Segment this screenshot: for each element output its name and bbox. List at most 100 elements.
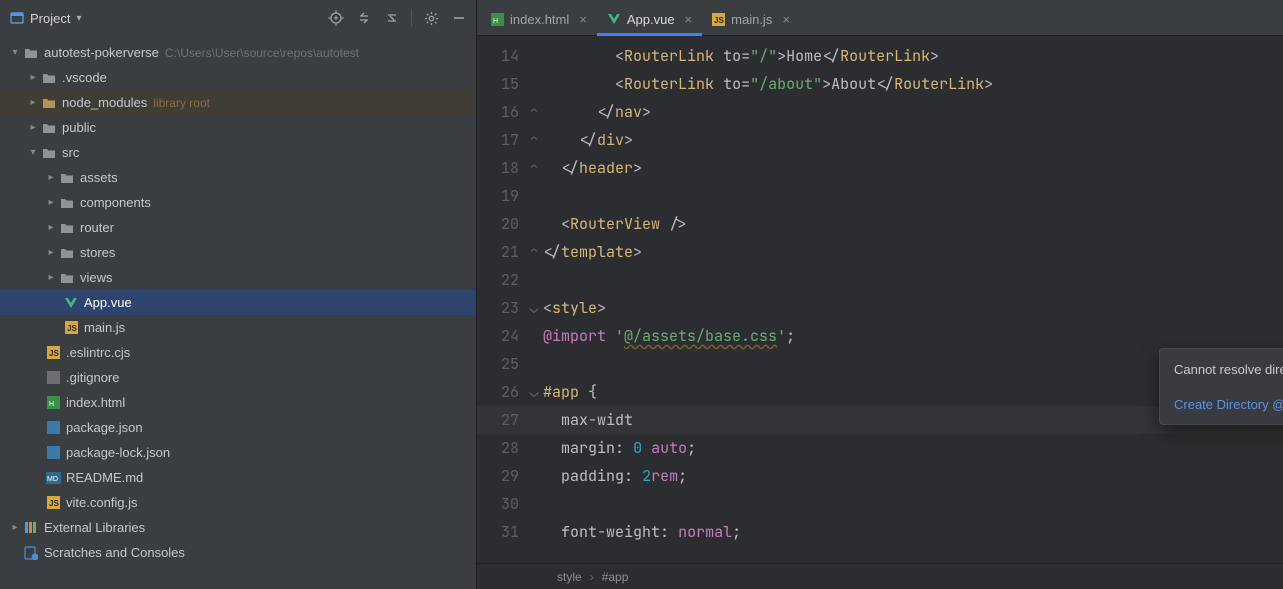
tree-folder[interactable]: ▸views [0, 265, 476, 290]
tree-folder[interactable]: ▸assets [0, 165, 476, 190]
tree-label: External Libraries [44, 520, 145, 535]
create-directory-link[interactable]: Create Directory @ [1174, 397, 1283, 412]
vue-file-icon [607, 12, 621, 26]
gitignore-file-icon [44, 371, 62, 384]
close-icon[interactable]: × [685, 12, 693, 27]
breadcrumb-item[interactable]: #app [602, 570, 629, 584]
svg-text:MD: MD [47, 476, 58, 483]
js-file-icon: JS [62, 321, 80, 334]
tree-folder[interactable]: ▸.vscode [0, 65, 476, 90]
tree-folder[interactable]: ▸public [0, 115, 476, 140]
project-tree: ▾ autotest-pokerverse C:\Users\User\sour… [0, 36, 476, 589]
tree-hint: library root [153, 96, 210, 110]
folder-icon [40, 147, 58, 159]
library-folder-icon [40, 97, 58, 109]
folder-icon [58, 172, 76, 184]
chevron-down-icon: ▾ [76, 13, 81, 24]
scratches-icon [22, 546, 40, 560]
tree-label: assets [80, 170, 118, 185]
fold-gutter[interactable]: ⌃⌃⌃⌃⌄⌄ [525, 36, 543, 563]
tree-label: .eslintrc.cjs [66, 345, 130, 360]
popup-title: Cannot resolve directory '@' [1174, 362, 1283, 377]
tree-file[interactable]: Hindex.html [0, 390, 476, 415]
tree-label: main.js [84, 320, 125, 335]
collapse-all-icon[interactable] [381, 7, 403, 29]
tree-file[interactable]: package-lock.json [0, 440, 476, 465]
tree-label: .gitignore [66, 370, 119, 385]
close-icon[interactable]: × [579, 12, 587, 27]
tree-file[interactable]: JS vite.config.js [0, 490, 476, 515]
tab-label: index.html [510, 12, 569, 27]
tab-label: App.vue [627, 12, 675, 27]
code-lines[interactable]: <RouterLink to="/">Home</RouterLink> <Ro… [543, 36, 1283, 563]
scratches[interactable]: Scratches and Consoles [0, 540, 476, 565]
svg-text:JS: JS [714, 16, 724, 25]
tree-label: components [80, 195, 151, 210]
md-file-icon: MD [44, 472, 62, 484]
tree-path: C:\Users\User\source\repos\autotest [165, 46, 359, 60]
tree-file[interactable]: MD README.md [0, 465, 476, 490]
tree-label: node_modules [62, 95, 147, 110]
tree-file[interactable]: JS main.js [0, 315, 476, 340]
svg-text:H: H [493, 18, 498, 25]
close-icon[interactable]: × [782, 12, 790, 27]
tree-label: views [80, 270, 113, 285]
html-file-icon: H [44, 396, 62, 409]
tree-label: Scratches and Consoles [44, 545, 185, 560]
tree-label: vite.config.js [66, 495, 138, 510]
hide-icon[interactable] [448, 7, 470, 29]
inspection-popup: Cannot resolve directory '@' ⋮ Create Di… [1159, 348, 1283, 425]
project-title: Project [30, 11, 70, 26]
tree-file[interactable]: App.vue [0, 290, 476, 315]
tree-folder[interactable]: ▸components [0, 190, 476, 215]
svg-text:H: H [49, 401, 54, 408]
js-file-icon: JS [44, 346, 62, 359]
tab-label: main.js [731, 12, 772, 27]
tree-folder[interactable]: ▾src [0, 140, 476, 165]
tab-app-vue[interactable]: App.vue × [597, 3, 702, 35]
tree-folder[interactable]: ▸node_moduleslibrary root [0, 90, 476, 115]
tab-index-html[interactable]: H index.html × [481, 3, 597, 35]
folder-icon [22, 47, 40, 59]
json-file-icon [44, 421, 62, 434]
tree-label: public [62, 120, 96, 135]
tree-folder[interactable]: ▸router [0, 215, 476, 240]
folder-icon [58, 247, 76, 259]
svg-text:JS: JS [49, 499, 59, 508]
breadcrumb[interactable]: style › #app [477, 563, 1283, 589]
tree-folder[interactable]: ▸stores [0, 240, 476, 265]
library-icon [22, 521, 40, 534]
locate-icon[interactable] [325, 7, 347, 29]
tree-file[interactable]: package.json [0, 415, 476, 440]
vue-file-icon [62, 296, 80, 310]
tree-root[interactable]: ▾ autotest-pokerverse C:\Users\User\sour… [0, 40, 476, 65]
tree-file[interactable]: .gitignore [0, 365, 476, 390]
project-selector[interactable]: Project ▾ [10, 11, 82, 26]
folder-icon [40, 122, 58, 134]
expand-all-icon[interactable] [353, 7, 375, 29]
js-file-icon: JS [712, 13, 725, 26]
external-libraries[interactable]: ▸External Libraries [0, 515, 476, 540]
tree-label: App.vue [84, 295, 132, 310]
tree-label: package.json [66, 420, 143, 435]
editor-area: H index.html × App.vue × JS main.js × 14… [477, 0, 1283, 589]
tree-label: README.md [66, 470, 143, 485]
gear-icon[interactable] [420, 7, 442, 29]
breadcrumb-item[interactable]: style [557, 570, 582, 584]
separator [411, 9, 412, 27]
project-sidebar: Project ▾ ▾ autotest-pokerverse C:\Users… [0, 0, 477, 589]
folder-icon [58, 272, 76, 284]
line-numbers: 141516171819202122232425262728293031 [477, 36, 525, 563]
tree-label: index.html [66, 395, 125, 410]
folder-icon [58, 197, 76, 209]
code-editor[interactable]: 141516171819202122232425262728293031 ⌃⌃⌃… [477, 36, 1283, 563]
json-file-icon [44, 446, 62, 459]
tab-main-js[interactable]: JS main.js × [702, 3, 800, 35]
tree-label: .vscode [62, 70, 107, 85]
editor-tabs: H index.html × App.vue × JS main.js × [477, 0, 1283, 36]
tree-file[interactable]: JS .eslintrc.cjs [0, 340, 476, 365]
tree-label: src [62, 145, 79, 160]
tree-label: package-lock.json [66, 445, 170, 460]
tree-label: autotest-pokerverse [44, 45, 159, 60]
tree-label: stores [80, 245, 115, 260]
